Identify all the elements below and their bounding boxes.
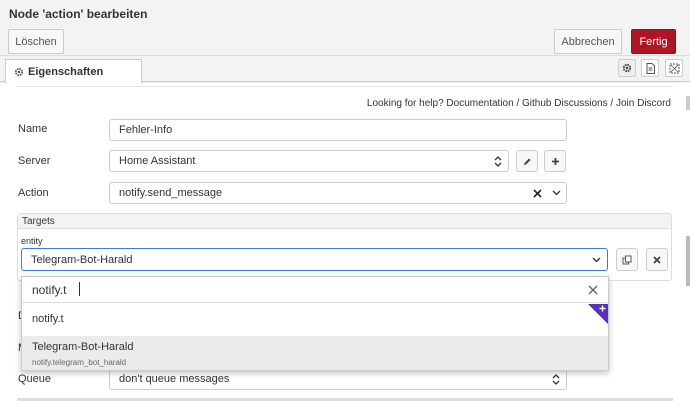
dropdown-search[interactable]: notify.t bbox=[22, 277, 608, 303]
updown-icon bbox=[494, 156, 502, 167]
text-cursor bbox=[79, 282, 80, 296]
gear-icon bbox=[622, 63, 632, 73]
entity-label: entity bbox=[21, 236, 43, 246]
dropdown-option-highlighted[interactable]: Telegram-Bot-Harald notify.telegram_bot_… bbox=[22, 336, 608, 370]
updown-icon bbox=[552, 374, 560, 385]
help-separator: / bbox=[610, 98, 614, 109]
plus-icon bbox=[599, 305, 606, 312]
tab-bar: Eigenschaften bbox=[0, 56, 690, 83]
action-label: Action bbox=[18, 187, 49, 199]
targets-header: Targets bbox=[18, 214, 671, 229]
close-icon[interactable] bbox=[588, 285, 598, 295]
help-separator: / bbox=[516, 98, 520, 109]
copy-icon bbox=[622, 255, 632, 264]
server-value: Home Assistant bbox=[119, 155, 196, 167]
server-select[interactable]: Home Assistant bbox=[109, 150, 509, 172]
cancel-button[interactable]: Abbrechen bbox=[554, 29, 622, 54]
description-icon bbox=[646, 62, 655, 74]
option-label: Telegram-Bot-Harald bbox=[32, 341, 134, 353]
name-value: Fehler-Info bbox=[119, 124, 173, 136]
action-select[interactable]: notify.send_message bbox=[109, 182, 567, 204]
plus-icon bbox=[551, 157, 559, 165]
dialog-header: Node 'action' bearbeiten Löschen Abbrech… bbox=[0, 0, 690, 56]
gear-icon bbox=[14, 67, 24, 76]
tab-appearance[interactable] bbox=[665, 59, 683, 77]
copy-entity-button[interactable] bbox=[616, 248, 638, 271]
pencil-icon bbox=[523, 158, 530, 165]
queue-select[interactable]: don't queue messages bbox=[109, 368, 567, 390]
chevron-down-icon[interactable] bbox=[552, 190, 561, 196]
help-links: Looking for help? Documentation / Github… bbox=[367, 98, 671, 109]
add-server-button[interactable] bbox=[544, 150, 566, 172]
remove-entity-button[interactable] bbox=[646, 248, 668, 271]
option-sublabel: notify.telegram_bot_harald bbox=[32, 358, 127, 367]
divider bbox=[17, 86, 673, 87]
dialog-title: Node 'action' bearbeiten bbox=[9, 7, 148, 21]
scrollbar-thumb[interactable] bbox=[686, 236, 690, 286]
done-button[interactable]: Fertig bbox=[631, 29, 676, 54]
dropdown-option[interactable]: notify.t bbox=[22, 304, 608, 336]
entity-dropdown: notify.t notify.t Telegram-Bot-Harald no… bbox=[21, 276, 609, 371]
name-label: Name bbox=[18, 123, 48, 135]
name-input[interactable]: Fehler-Info bbox=[109, 119, 567, 141]
entity-select[interactable]: Telegram-Bot-Harald bbox=[21, 248, 608, 271]
tab-properties-label: Eigenschaften bbox=[28, 65, 104, 78]
chevron-down-icon[interactable] bbox=[592, 257, 601, 263]
tab-description[interactable] bbox=[641, 59, 659, 77]
queue-label: Queue bbox=[18, 373, 52, 385]
help-prefix: Looking for help? bbox=[366, 98, 444, 109]
action-value: notify.send_message bbox=[119, 187, 223, 199]
close-icon bbox=[653, 255, 661, 264]
clear-icon[interactable] bbox=[533, 189, 542, 198]
join-discord-link[interactable]: Join Discord bbox=[616, 98, 671, 109]
github-discussions-link[interactable]: Github Discussions bbox=[522, 98, 608, 109]
delete-button[interactable]: Löschen bbox=[8, 29, 64, 54]
entity-value: Telegram-Bot-Harald bbox=[31, 253, 133, 266]
documentation-link[interactable]: Documentation bbox=[446, 98, 513, 109]
option-label: notify.t bbox=[32, 313, 64, 325]
tab-properties[interactable]: Eigenschaften bbox=[5, 59, 142, 83]
appearance-icon bbox=[669, 63, 679, 73]
scrollbar-thumb[interactable] bbox=[686, 96, 690, 110]
edit-server-button[interactable] bbox=[516, 150, 538, 172]
queue-value: don't queue messages bbox=[119, 373, 230, 385]
server-label: Server bbox=[18, 155, 51, 167]
tab-gear[interactable] bbox=[618, 59, 636, 77]
dropdown-search-value: notify.t bbox=[32, 283, 67, 297]
